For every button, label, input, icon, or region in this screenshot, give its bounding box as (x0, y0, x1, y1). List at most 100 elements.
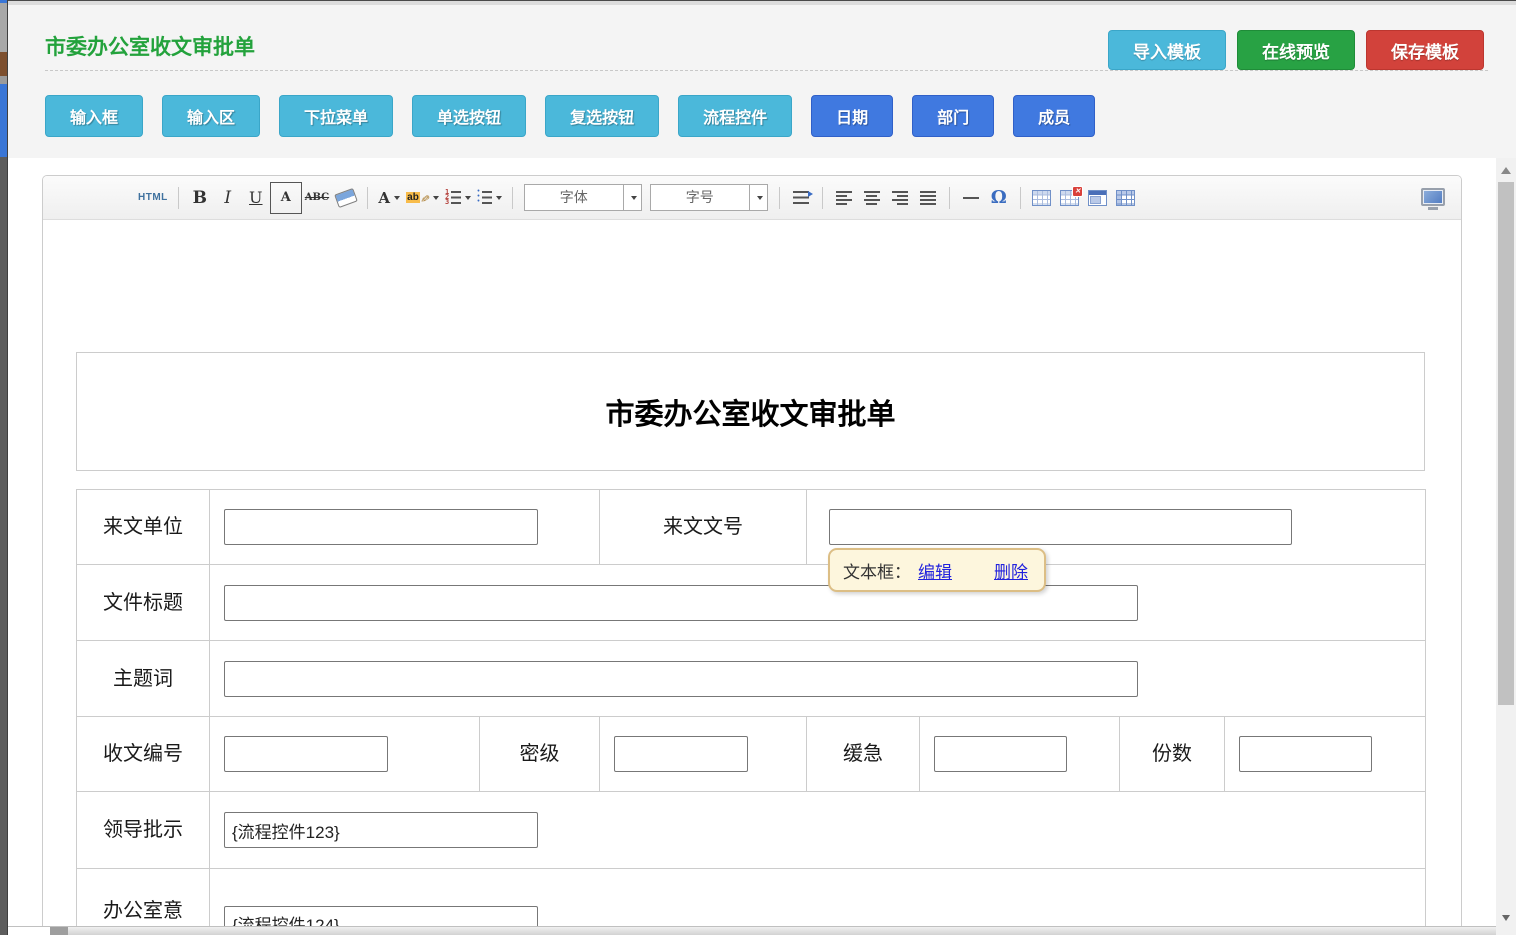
italic-icon[interactable]: I (214, 184, 242, 212)
align-right-button[interactable] (886, 184, 914, 212)
horizontal-scrollbar-thumb[interactable] (50, 927, 68, 935)
font-color-button[interactable]: A (375, 184, 403, 212)
source-unit-cell (210, 490, 600, 565)
palette-department-button[interactable]: 部门 (912, 95, 994, 137)
background-window-sliver (0, 0, 8, 935)
palette-checkbox-button[interactable]: 复选按钮 (545, 95, 659, 137)
palette-flow-control-button[interactable]: 流程控件 (678, 95, 792, 137)
vertical-scrollbar-thumb[interactable] (1498, 182, 1514, 705)
doc-title-cell (210, 565, 1426, 641)
font-family-dropdown-button[interactable] (623, 185, 641, 210)
pencil-icon (420, 189, 429, 207)
component-palette: 输入框 输入区 下拉菜单 单选按钮 复选按钮 流程控件 日期 部门 成员 (45, 95, 1095, 137)
toolbar-separator (779, 187, 780, 209)
urgency-input[interactable] (934, 736, 1067, 772)
underline-icon[interactable]: U (242, 184, 270, 212)
form-title: 市委办公室收文审批单 (605, 391, 895, 433)
strikethrough-icon[interactable]: ABC (302, 184, 332, 212)
toolbar-separator (1020, 187, 1021, 209)
table-row: 主题词 (77, 641, 1426, 717)
copies-cell (1225, 717, 1426, 792)
align-justify-button[interactable] (914, 184, 942, 212)
ordered-list-icon (445, 190, 449, 204)
unordered-list-icon (477, 190, 479, 204)
palette-input-box-button[interactable]: 输入框 (45, 95, 143, 137)
align-center-icon (864, 191, 880, 205)
vertical-scrollbar[interactable] (1496, 158, 1516, 935)
editor-document[interactable]: 市委办公室收文审批单 来文单位 来文文号 文件标题 主题 (43, 220, 1461, 935)
align-right-icon (892, 191, 908, 205)
scroll-down-arrow-icon[interactable] (1502, 915, 1510, 921)
eraser-icon (334, 188, 358, 208)
toolbar-separator (822, 187, 823, 209)
align-center-button[interactable] (858, 184, 886, 212)
indent-icon (793, 191, 809, 204)
list-lines-icon (482, 191, 492, 204)
source-unit-input[interactable] (224, 509, 538, 545)
special-character-icon[interactable]: Ω (985, 184, 1013, 212)
save-template-button[interactable]: 保存模板 (1366, 30, 1484, 70)
palette-radio-button[interactable]: 单选按钮 (412, 95, 526, 137)
security-level-cell (600, 717, 807, 792)
copies-input[interactable] (1239, 736, 1372, 772)
doc-title-label: 文件标题 (77, 565, 210, 641)
highlight-color-button[interactable]: ab (403, 184, 442, 212)
font-color-icon: A (378, 189, 390, 207)
leader-instructions-cell (210, 792, 1426, 869)
doc-number-label: 来文文号 (600, 490, 807, 565)
chevron-down-icon (465, 196, 471, 200)
font-family-select[interactable]: 字体 (524, 184, 642, 211)
unordered-list-button[interactable] (474, 184, 504, 212)
edit-link[interactable]: 编辑 (918, 558, 952, 583)
palette-textarea-button[interactable]: 输入区 (162, 95, 260, 137)
table-properties-icon (1116, 190, 1135, 206)
bold-icon[interactable]: B (186, 184, 214, 212)
toolbar-separator (949, 187, 950, 209)
chevron-down-icon (757, 196, 763, 200)
horizontal-scrollbar[interactable] (8, 926, 1496, 935)
delete-link[interactable]: 删除 (994, 558, 1028, 583)
header-action-buttons: 导入模板 在线预览 保存模板 (1108, 30, 1484, 70)
remove-format-button[interactable] (332, 184, 360, 212)
align-justify-icon (920, 191, 936, 205)
table-row: 收文编号 密级 缓急 份数 (77, 717, 1426, 792)
copies-label: 份数 (1120, 717, 1225, 792)
receipt-number-input[interactable] (224, 736, 388, 772)
font-style-icon[interactable]: A (270, 182, 302, 214)
leader-instructions-input[interactable] (224, 812, 538, 848)
receipt-number-cell (210, 717, 480, 792)
table-properties-button[interactable] (1112, 184, 1140, 212)
security-level-input[interactable] (614, 736, 748, 772)
subject-words-input[interactable] (224, 661, 1138, 697)
urgency-label: 缓急 (807, 717, 920, 792)
font-family-value: 字体 (525, 185, 623, 210)
textbox-context-tooltip: 文本框： 编辑 删除 (828, 548, 1046, 592)
palette-member-button[interactable]: 成员 (1013, 95, 1095, 137)
align-left-button[interactable] (830, 184, 858, 212)
ordered-list-button[interactable] (442, 184, 474, 212)
import-template-button[interactable]: 导入模板 (1108, 30, 1226, 70)
delete-table-icon (1060, 190, 1079, 206)
fullscreen-icon[interactable] (1421, 188, 1445, 206)
chevron-down-icon (433, 196, 439, 200)
online-preview-button[interactable]: 在线预览 (1237, 30, 1355, 70)
cell-properties-button[interactable] (1084, 184, 1112, 212)
receipt-number-label: 收文编号 (77, 717, 210, 792)
form-title-box: 市委办公室收文审批单 (76, 352, 1425, 471)
indent-button[interactable] (787, 184, 815, 212)
palette-dropdown-button[interactable]: 下拉菜单 (279, 95, 393, 137)
horizontal-rule-button[interactable] (957, 184, 985, 212)
chevron-down-icon (496, 196, 502, 200)
scrollbar-corner (8, 927, 50, 935)
scroll-up-arrow-icon[interactable] (1501, 167, 1511, 174)
table-row: 领导批示 (77, 792, 1426, 869)
palette-date-button[interactable]: 日期 (811, 95, 893, 137)
insert-table-button[interactable] (1028, 184, 1056, 212)
doc-number-input[interactable] (829, 509, 1292, 545)
cell-properties-icon (1088, 190, 1107, 206)
page-header: 市委办公室收文审批单 导入模板 在线预览 保存模板 输入框 输入区 下拉菜单 单… (8, 5, 1516, 158)
delete-table-button[interactable] (1056, 184, 1084, 212)
font-size-dropdown-button[interactable] (749, 185, 767, 210)
html-source-icon[interactable]: HTML (135, 184, 171, 212)
font-size-select[interactable]: 字号 (650, 184, 768, 211)
